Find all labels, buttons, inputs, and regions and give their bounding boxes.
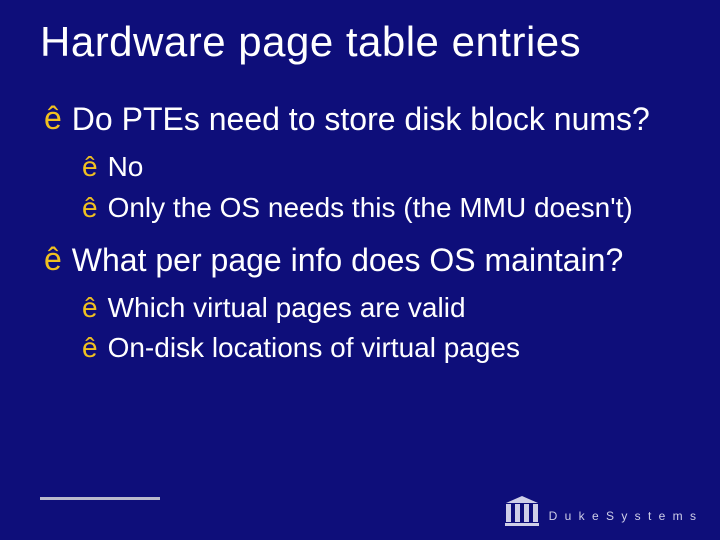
building-icon (505, 496, 539, 526)
bullet-marker-icon: ê (82, 291, 98, 325)
bullet-marker-icon: ê (44, 100, 62, 137)
bullet-marker-icon: ê (82, 150, 98, 184)
bullet-level2: ê No (40, 150, 690, 184)
bullet-marker-icon: ê (82, 331, 98, 365)
slide: Hardware page table entries ê Do PTEs ne… (0, 0, 720, 540)
bullet-text: No (108, 150, 144, 184)
bullet-text: On-disk locations of virtual pages (108, 331, 520, 365)
bullet-text: Only the OS needs this (the MMU doesn't) (108, 191, 633, 225)
bullet-marker-icon: ê (82, 191, 98, 225)
bullet-text: Which virtual pages are valid (108, 291, 466, 325)
bullet-group: ê Do PTEs need to store disk block nums?… (40, 100, 690, 225)
bullet-text: Do PTEs need to store disk block nums? (72, 100, 650, 138)
bullet-group: ê What per page info does OS maintain? ê… (40, 241, 690, 366)
bullet-level2: ê Which virtual pages are valid (40, 291, 690, 325)
slide-title: Hardware page table entries (40, 18, 690, 66)
logo: D u k e S y s t e m s (505, 496, 698, 526)
footer-divider (40, 497, 160, 500)
logo-text: D u k e S y s t e m s (549, 509, 698, 526)
bullet-level2: ê On-disk locations of virtual pages (40, 331, 690, 365)
bullet-level2: ê Only the OS needs this (the MMU doesn'… (40, 191, 690, 225)
bullet-level1: ê What per page info does OS maintain? (40, 241, 690, 279)
bullet-level1: ê Do PTEs need to store disk block nums? (40, 100, 690, 138)
bullet-marker-icon: ê (44, 241, 62, 278)
bullet-text: What per page info does OS maintain? (72, 241, 623, 279)
